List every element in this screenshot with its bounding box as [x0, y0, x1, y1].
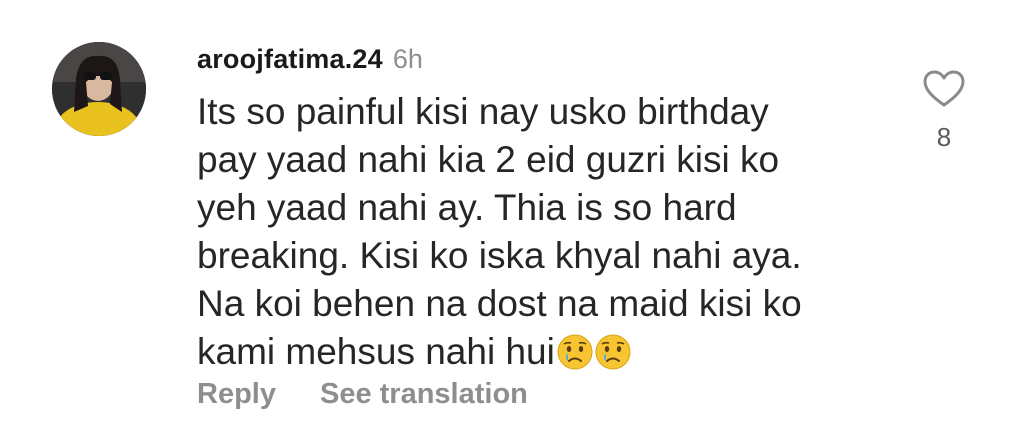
comment-line: pay yaad nahi kia 2 eid guzri kisi ko [197, 139, 780, 180]
comment-line: breaking. Kisi ko iska khyal nahi aya. [197, 235, 802, 276]
avatar[interactable] [52, 42, 146, 136]
comment-line: yeh yaad nahi ay. Thia is so hard [197, 187, 737, 228]
like-control: 8 [922, 70, 966, 153]
comment-line: Its so painful kisi nay usko birthday [197, 91, 769, 132]
heart-outline-icon[interactable] [923, 70, 965, 108]
avatar-image [52, 42, 146, 136]
like-count: 8 [936, 122, 952, 152]
crying-face-icon [557, 334, 593, 370]
comment: aroojfatima.24 6h Its so painful kisi na… [0, 0, 1024, 422]
crying-face-icon [595, 334, 631, 370]
comment-text: Its so painful kisi nay usko birthday pa… [197, 88, 877, 376]
comment-actions: Reply See translation [197, 378, 528, 411]
comment-line-text: kami mehsus nahi hui [197, 331, 555, 372]
comment-line: Na koi behen na dost na maid kisi ko [197, 283, 802, 324]
see-translation-button[interactable]: See translation [320, 378, 528, 411]
comment-line-last: kami mehsus nahi hui [197, 328, 877, 376]
reply-button[interactable]: Reply [197, 378, 276, 411]
username[interactable]: aroojfatima.24 [197, 44, 383, 75]
comment-header: aroojfatima.24 6h [197, 44, 423, 80]
timestamp: 6h [392, 44, 423, 74]
